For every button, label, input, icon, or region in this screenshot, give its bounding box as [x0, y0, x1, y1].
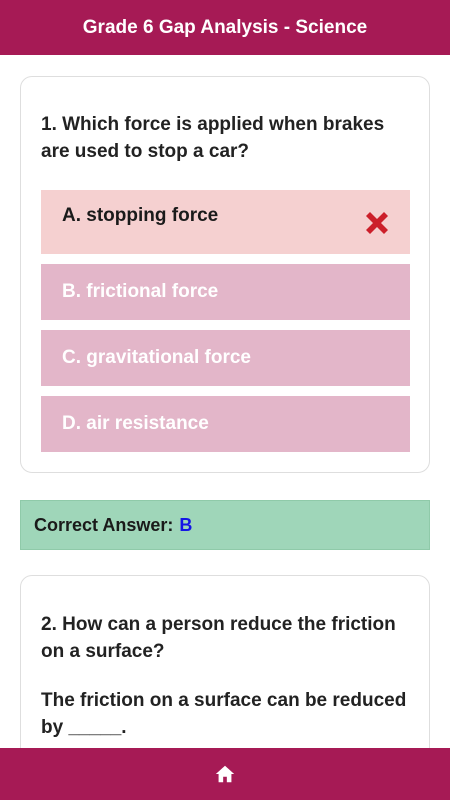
question-text: 1. Which force is applied when brakes ar…: [41, 114, 385, 162]
question-card: 1. Which force is applied when brakes ar…: [20, 76, 430, 473]
option-d-button[interactable]: D. air resistance: [41, 396, 410, 452]
correct-answer-label: Correct Answer:: [34, 514, 174, 535]
page-title: Grade 6 Gap Analysis - Science: [82, 16, 368, 38]
close-x-icon: [366, 212, 388, 234]
option-label: B. frictional force: [62, 281, 219, 302]
option-c-button[interactable]: C. gravitational force: [41, 330, 410, 386]
option-a-button[interactable]: A. stopping force: [41, 190, 410, 254]
app-header: Grade 6 Gap Analysis - Science: [0, 0, 450, 55]
question-card: 2. How can a person reduce the friction …: [20, 575, 430, 748]
option-b-button[interactable]: B. frictional force: [41, 264, 410, 320]
question-text: 2. How can a person reduce the friction …: [41, 614, 396, 662]
quiz-content[interactable]: 1. Which force is applied when brakes ar…: [0, 55, 450, 748]
bottom-nav: [0, 748, 450, 800]
correct-answer-value: B: [179, 514, 193, 535]
correct-answer-banner: Correct Answer: B: [20, 500, 430, 550]
home-icon[interactable]: [214, 763, 236, 785]
option-label: C. gravitational force: [62, 347, 251, 368]
option-label: D. air resistance: [62, 413, 209, 434]
question-prompt: The friction on a surface can be reduced…: [41, 690, 407, 738]
option-label: A. stopping force: [62, 205, 219, 226]
